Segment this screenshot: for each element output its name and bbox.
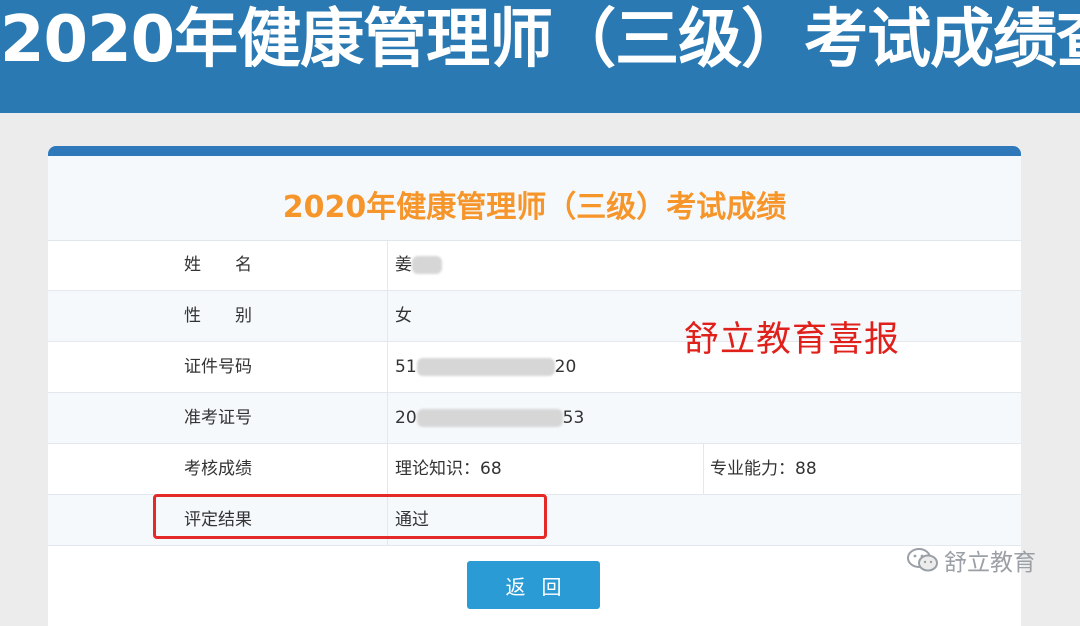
row-label: 姓 名 (184, 255, 252, 275)
row-value: 51 20 (395, 342, 576, 392)
redacted-block (416, 358, 555, 376)
row-label: 考核成绩 (184, 459, 252, 479)
row-exam-number: 准考证号 20 53 (48, 393, 1021, 444)
divider (703, 444, 704, 494)
exam-prefix: 20 (395, 408, 417, 428)
row-value: 女 (395, 306, 412, 326)
divider (387, 444, 388, 494)
divider (387, 342, 388, 392)
row-label: 性 别 (184, 306, 252, 326)
redacted-block (412, 256, 442, 274)
result-highlight-box (153, 494, 547, 539)
row-name: 姓 名 姜 (48, 240, 1021, 291)
row-label: 准考证号 (184, 408, 252, 428)
id-prefix: 51 (395, 357, 417, 377)
row-scores: 考核成绩 理论知识：68 专业能力：88 (48, 444, 1021, 495)
banner-title: 2020年健康管理师（三级）考试成绩查询 (0, 3, 1080, 77)
divider (387, 291, 388, 341)
card-title: 2020年健康管理师（三级）考试成绩 (282, 190, 787, 225)
exam-suffix: 53 (562, 408, 585, 428)
id-suffix: 20 (554, 357, 577, 377)
practical-score: 专业能力：88 (710, 459, 817, 479)
row-label: 证件号码 (184, 357, 252, 377)
row-value: 20 53 (395, 393, 584, 443)
redacted-block (416, 409, 563, 427)
card-header: 2020年健康管理师（三级）考试成绩 (48, 156, 1021, 241)
name-text: 姜 (395, 255, 412, 275)
divider (387, 393, 388, 443)
page-banner: 2020年健康管理师（三级）考试成绩查询 (0, 0, 1080, 113)
theory-score: 理论知识：68 (395, 459, 502, 479)
return-button[interactable]: 返回 (467, 561, 600, 609)
congrats-annotation: 舒立教育喜报 (684, 320, 901, 360)
row-value: 姜 (395, 240, 442, 290)
watermark: 舒立教育 (906, 544, 1036, 576)
divider (387, 240, 388, 290)
wechat-icon (907, 548, 938, 572)
result-card: 2020年健康管理师（三级）考试成绩 姓 名 姜 性 别 女 证件号码 51 20… (48, 146, 1021, 626)
watermark-text: 舒立教育 (944, 550, 1036, 576)
